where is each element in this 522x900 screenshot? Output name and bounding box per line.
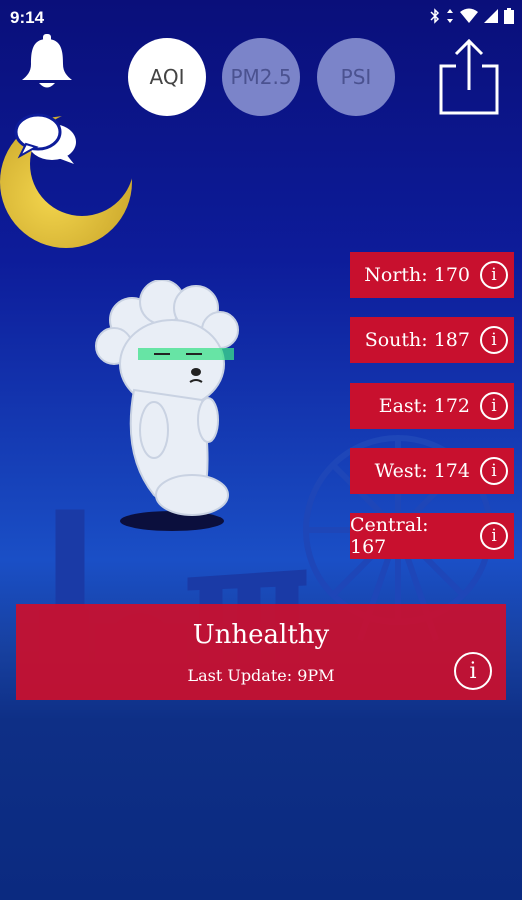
mascot-character [95,280,239,531]
status-time: 9:14 [10,8,45,27]
status-info-icon[interactable]: i [454,652,492,690]
status-bar: 9:14 [0,0,522,34]
bluetooth-icon [430,8,440,27]
signal-icon [484,8,498,27]
wifi-icon [460,8,478,27]
tab-aqi[interactable]: AQI [128,38,206,116]
region-south-label: South: 187 [364,329,470,351]
region-east-label: East: 172 [378,395,470,417]
region-east[interactable]: East: 172 i [350,383,514,429]
info-icon[interactable]: i [480,457,508,485]
region-north-label: North: 170 [364,264,470,286]
region-west[interactable]: West: 174 i [350,448,514,494]
tab-psi[interactable]: PSI [317,38,395,116]
chat-icon [14,113,76,164]
region-south[interactable]: South: 187 i [350,317,514,363]
tab-pm25[interactable]: PM2.5 [222,38,300,116]
overall-status-panel[interactable]: Unhealthy Last Update: 9PM i [16,604,506,700]
region-north[interactable]: North: 170 i [350,252,514,298]
info-icon[interactable]: i [480,392,508,420]
info-icon[interactable]: i [480,326,508,354]
status-icons [430,8,514,27]
share-icon [439,38,499,115]
info-icon[interactable]: i [480,261,508,289]
region-west-label: West: 174 [374,460,470,482]
region-central[interactable]: Central: 167 i [350,513,514,559]
region-central-label: Central: 167 [350,514,429,558]
data-arrows-icon [446,8,454,27]
chat-button[interactable] [14,110,78,171]
share-button[interactable] [438,38,500,121]
last-update-text: Last Update: 9PM [187,666,335,685]
battery-icon [504,8,514,27]
status-title: Unhealthy [192,620,330,650]
info-icon[interactable]: i [480,522,508,550]
